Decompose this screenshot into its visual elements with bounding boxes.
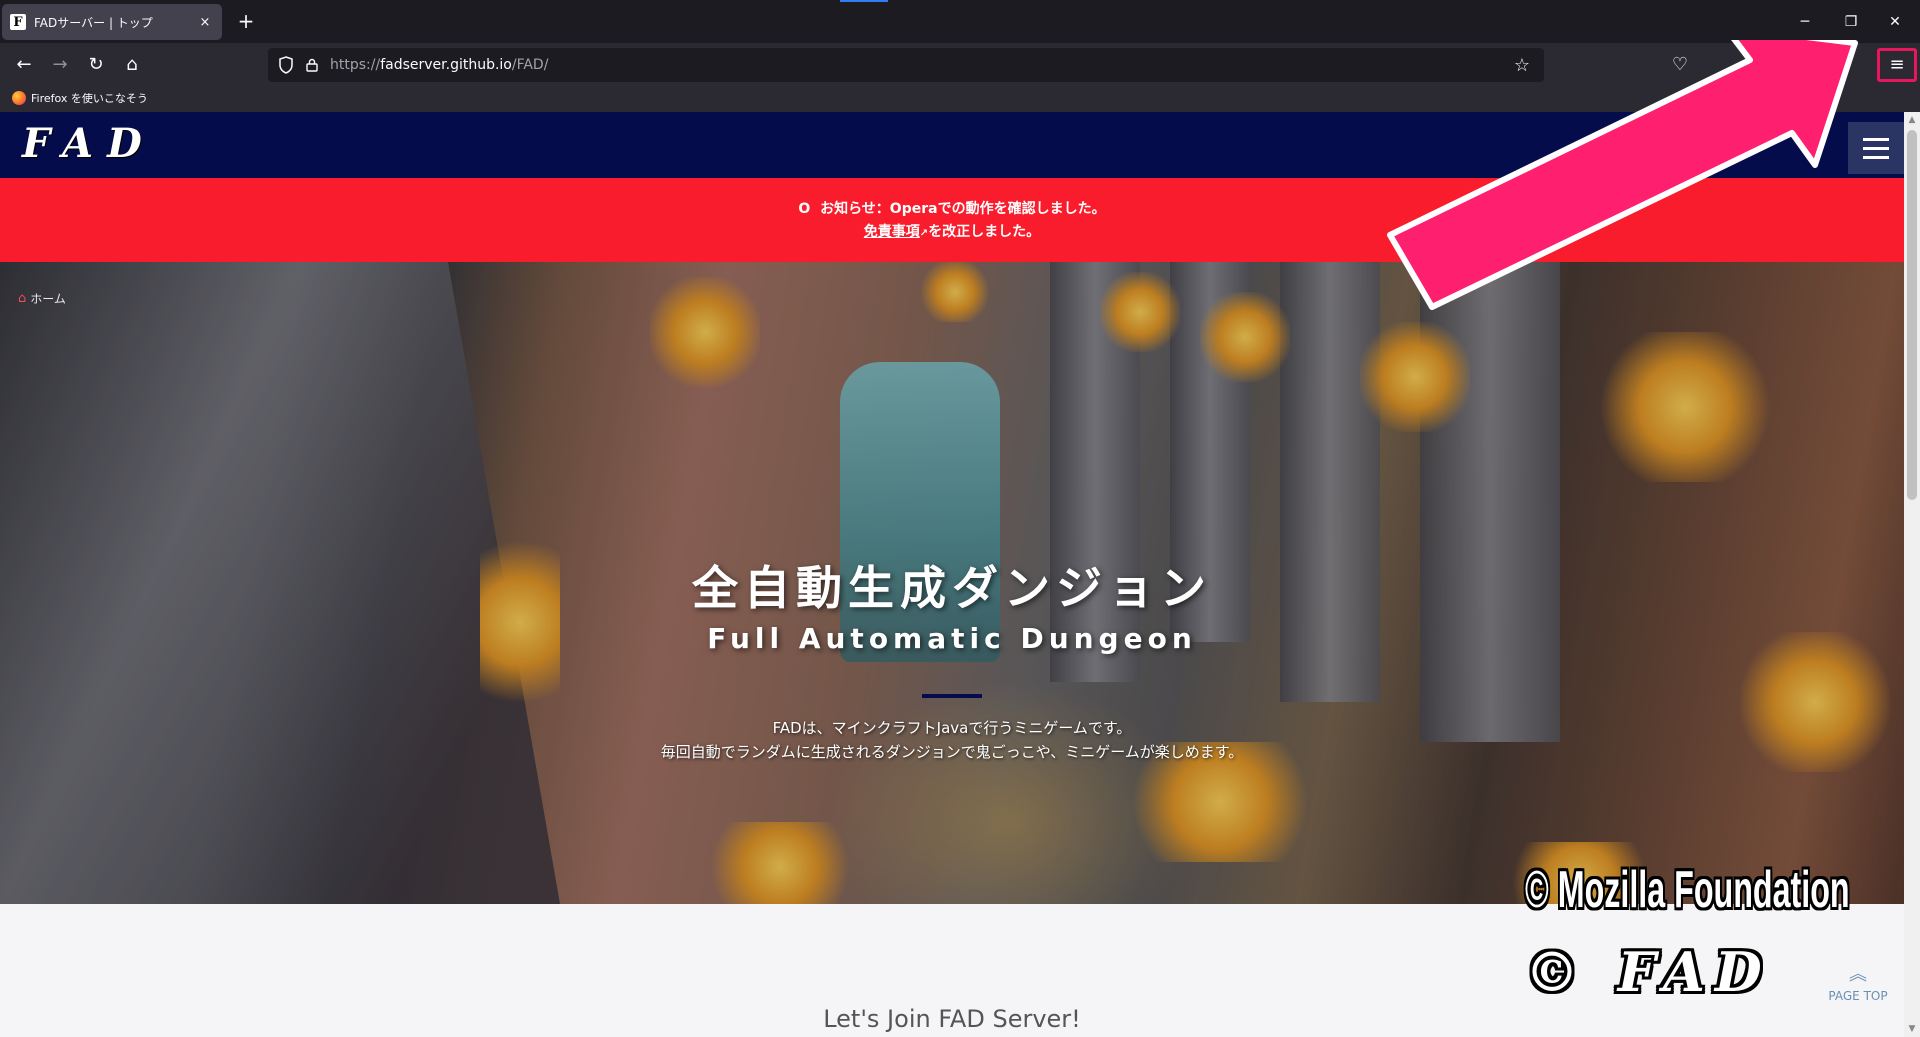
bookmark-firefox-tips[interactable]: Firefox を使いこなそう (12, 90, 148, 106)
scroll-down-arrow-icon[interactable]: ▼ (1904, 1021, 1920, 1037)
hero-description-1: FADは、マインクラフトJavaで行うミニゲームです。 (772, 719, 1132, 737)
breadcrumb[interactable]: ⌂ ホーム (18, 290, 66, 307)
external-link-icon: ↗ (919, 228, 929, 239)
notice-text-2: を改正しました。 (928, 224, 1041, 240)
hero-divider (922, 694, 982, 698)
opera-icon: O (798, 201, 821, 217)
site-favicon-icon: F (10, 14, 26, 30)
reload-icon[interactable]: ↻ (82, 51, 110, 79)
back-icon[interactable]: ← (10, 51, 38, 79)
hero-description-2: 毎回自動でランダムに生成されるダンジョンで鬼ごっこや、ミニゲームが楽しめます。 (660, 743, 1244, 761)
page-top-label: PAGE TOP (1828, 989, 1888, 1003)
active-tab[interactable]: F FADサーバー | トップ × (2, 4, 222, 40)
url-bar[interactable]: https://fadserver.github.io/FAD/ ☆ (268, 48, 1544, 82)
close-window-icon[interactable]: ✕ (1880, 10, 1910, 34)
hero-title: 全自動生成ダンジョン (692, 561, 1212, 615)
scroll-up-arrow-icon[interactable]: ▲ (1904, 112, 1920, 128)
hero-subtitle: Full Automatic Dungeon (707, 622, 1197, 655)
disclaimer-link[interactable]: 免責事項 (864, 224, 920, 240)
page-top-button[interactable]: ︽ PAGE TOP (1818, 964, 1898, 1004)
tab-strip: F FADサーバー | トップ × + ─ ❐ ✕ (0, 0, 1920, 43)
page-scrollbar[interactable]: ▲ ▼ (1904, 112, 1920, 1037)
minimize-icon[interactable]: ─ (1790, 10, 1820, 34)
lock-icon[interactable] (306, 58, 318, 72)
notice-text: お知らせ：Operaでの動作を確認しました。 (820, 201, 1106, 217)
url-text: https://fadserver.github.io/FAD/ (330, 57, 549, 73)
copyright-mozilla: © Mozilla Foundation (1525, 861, 1850, 919)
new-tab-button[interactable]: + (234, 10, 258, 34)
tab-title: FADサーバー | トップ (34, 15, 153, 30)
bookmark-label: Firefox を使いこなそう (31, 92, 148, 105)
site-logo[interactable]: FAD (22, 120, 156, 167)
copyright-fad: © FAD (1525, 940, 1772, 1004)
tab-close-icon[interactable]: × (196, 15, 214, 30)
home-icon[interactable]: ⌂ (118, 51, 146, 79)
hero-section: ⌂ ホーム 全自動生成ダンジョン Full Automatic Dungeon … (0, 262, 1904, 904)
forward-icon[interactable]: → (46, 51, 74, 79)
tab-drag-indicator (840, 0, 888, 2)
tracking-shield-icon[interactable] (278, 56, 294, 74)
firefox-logo-icon (12, 91, 26, 105)
double-chevron-up-icon: ︽ (1849, 964, 1867, 985)
breadcrumb-home[interactable]: ホーム (30, 290, 66, 307)
join-heading: Let's Join FAD Server! (823, 1005, 1081, 1033)
home-breadcrumb-icon: ⌂ (18, 291, 27, 306)
restore-icon[interactable]: ❐ (1836, 10, 1866, 34)
pointer-arrow-annotation (1387, 40, 1858, 310)
scroll-thumb[interactable] (1907, 130, 1917, 500)
